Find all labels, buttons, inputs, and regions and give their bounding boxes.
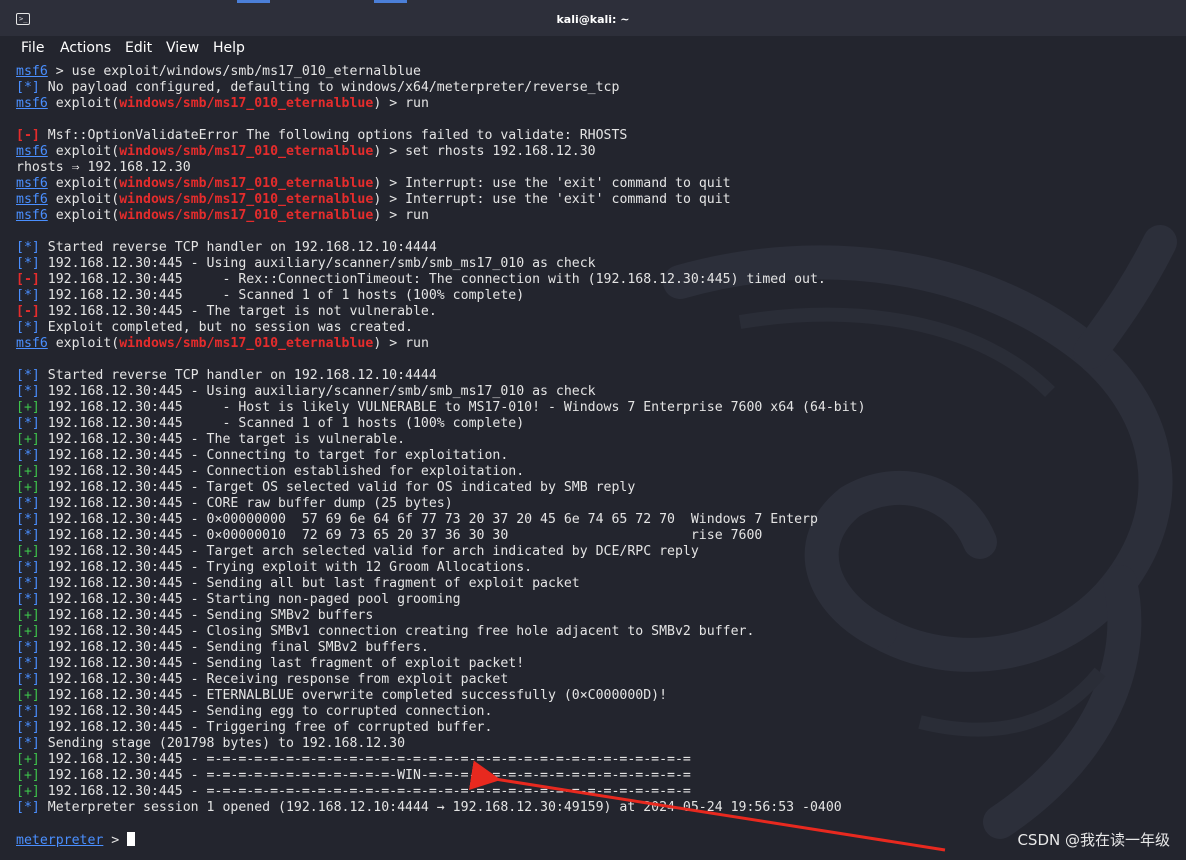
menu-help[interactable]: Help <box>213 40 245 56</box>
red-arrow-annotation <box>468 760 946 852</box>
menu-view[interactable]: View <box>166 40 199 56</box>
menu-actions[interactable]: Actions <box>60 40 111 56</box>
menu-edit[interactable]: Edit <box>125 40 152 56</box>
csdn-watermark: CSDN @我在读一年级 <box>1017 831 1170 849</box>
workspace-indicator[interactable] <box>237 0 270 3</box>
menu-file[interactable]: File <box>21 40 44 56</box>
menu-bar: File Actions Edit View Help <box>0 36 1186 62</box>
window-title: kali@kali: ~ <box>556 13 630 26</box>
window-titlebar: >_ kali@kali: ~ <box>0 0 1186 36</box>
terminal-output[interactable]: msf6 > use exploit/windows/smb/ms17_010_… <box>0 62 1186 860</box>
workspace-indicator[interactable] <box>374 0 407 3</box>
